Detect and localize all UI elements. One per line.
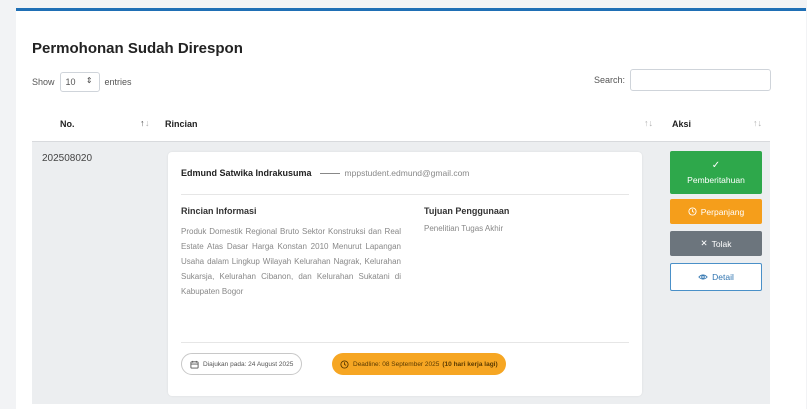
reject-button[interactable]: ✕ Tolak xyxy=(670,231,762,256)
notify-label: Pemberitahuan xyxy=(687,174,745,185)
column-header-rincian[interactable]: Rincian xyxy=(165,119,198,129)
submitted-date-text: Diajukan pada: 24 August 2025 xyxy=(203,360,294,368)
detail-label: Detail xyxy=(712,272,734,282)
sort-icon[interactable]: ↓ xyxy=(145,118,150,128)
applicant-email: mppstudent.edmund@gmail.com xyxy=(344,168,470,178)
extend-label: Perpanjang xyxy=(700,206,745,217)
request-number: 202508020 xyxy=(42,153,93,164)
sort-icon[interactable]: ↑↓ xyxy=(753,118,762,128)
eye-icon xyxy=(698,273,708,281)
deadline-badge: Deadline: 08 September 2025 (10 hari ker… xyxy=(332,353,506,375)
check-icon: ✓ xyxy=(711,159,721,171)
purpose-text: Penelitian Tugas Akhir xyxy=(424,224,504,233)
calendar-icon xyxy=(190,360,199,369)
submitted-date-badge: Diajukan pada: 24 August 2025 xyxy=(181,353,303,375)
info-heading: Rincian Informasi xyxy=(181,206,257,216)
extend-button[interactable]: Perpanjang xyxy=(670,199,762,224)
purpose-heading: Tujuan Penggunaan xyxy=(424,206,510,216)
applicant-name: Edmund Satwika Indrakusuma xyxy=(181,168,312,178)
notify-button[interactable]: ✓ Pemberitahuan xyxy=(670,151,762,194)
request-detail-card: Edmund Satwika Indrakusuma mppstudent.ed… xyxy=(168,152,642,396)
divider-dash xyxy=(319,172,340,174)
sort-icon[interactable]: ↑ xyxy=(140,118,145,128)
clock-icon xyxy=(688,207,697,216)
applicant-line: Edmund Satwika Indrakusuma mppstudent.ed… xyxy=(181,168,469,178)
info-text: Produk Domestik Regional Bruto Sektor Ko… xyxy=(181,227,401,296)
deadline-text: Deadline: 08 September 2025 xyxy=(353,360,440,368)
entries-length-control: Show 10 ⇕ entries xyxy=(32,72,132,92)
entries-select[interactable]: 10 xyxy=(59,72,100,92)
close-icon: ✕ xyxy=(700,238,708,248)
column-header-aksi[interactable]: Aksi xyxy=(672,119,691,129)
divider xyxy=(181,342,629,343)
search-label: Search: xyxy=(593,75,625,85)
show-label: Show xyxy=(32,77,55,87)
page-title: Permohonan Sudah Direspon xyxy=(32,40,243,57)
column-header-no[interactable]: No. xyxy=(60,119,75,129)
entries-select-wrap: 10 ⇕ xyxy=(55,72,105,92)
table-header: No. ↑ ↓ Rincian ↑↓ Aksi ↑↓ xyxy=(32,105,770,142)
search-input[interactable] xyxy=(630,69,771,91)
search-control: Search: xyxy=(594,69,771,91)
entries-label: entries xyxy=(104,77,132,87)
sort-icon[interactable]: ↑↓ xyxy=(644,118,653,128)
reject-label: Tolak xyxy=(711,238,732,249)
detail-button[interactable]: Detail xyxy=(670,263,762,291)
deadline-remaining: (10 hari kerja lagi) xyxy=(442,360,498,368)
divider xyxy=(181,194,629,195)
clock-icon xyxy=(340,359,349,369)
table-row: 202508020 Edmund Satwika Indrakusuma mpp… xyxy=(32,142,770,404)
